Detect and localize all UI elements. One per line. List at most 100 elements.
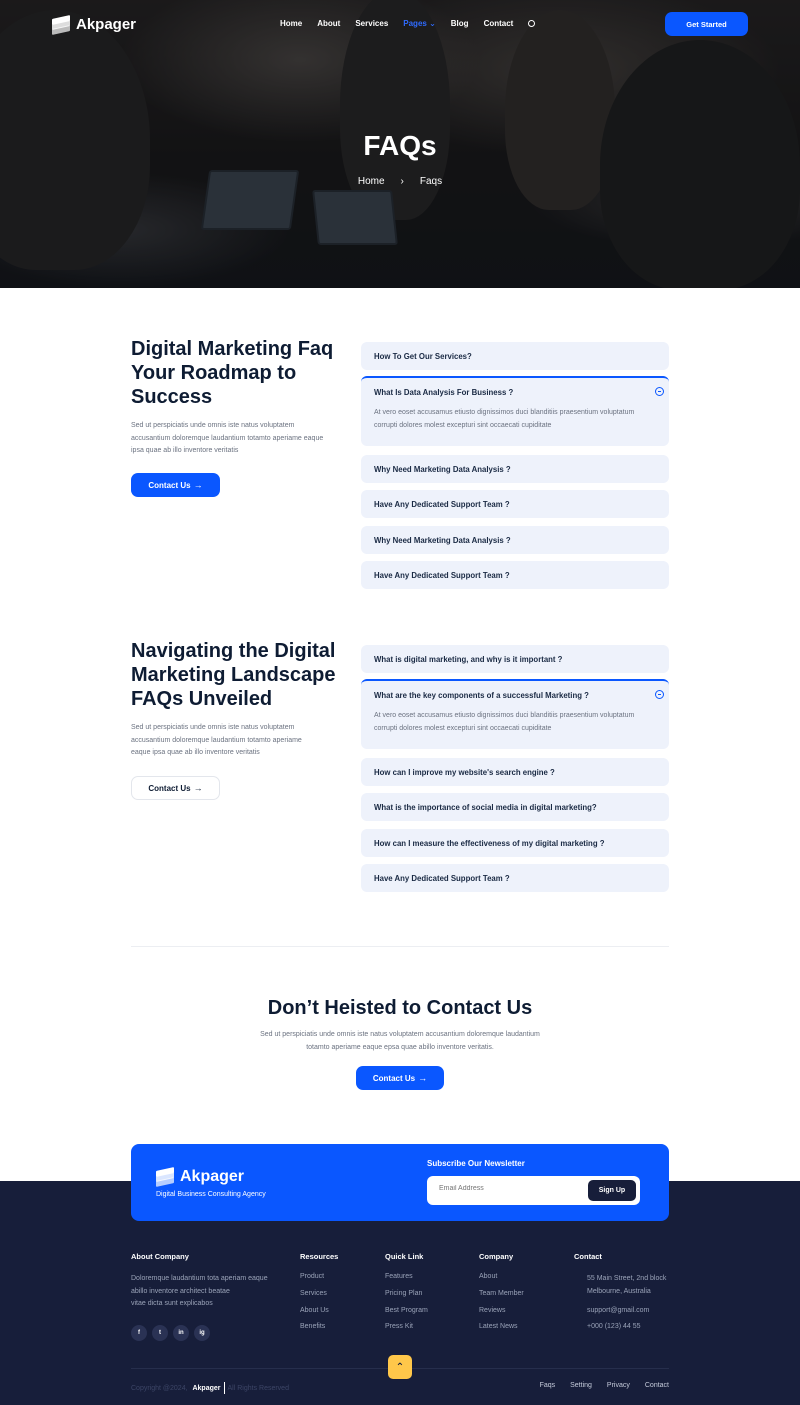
title-line: Your Roadmap to: [131, 362, 297, 384]
footer-bottom-links: Faqs Setting Privacy Contact: [540, 1382, 669, 1389]
footer-link[interactable]: About: [479, 1273, 524, 1280]
text-line: abillo inventore architect beatae: [131, 1287, 230, 1295]
contact-cta-description: Sed ut perspiciatis unde omnis iste natu…: [250, 1029, 550, 1054]
layers-logo-icon: [52, 14, 70, 35]
footer-bottom-link[interactable]: Contact: [645, 1382, 669, 1389]
footer-bottom-link[interactable]: Setting: [570, 1382, 592, 1389]
instagram-icon[interactable]: ig: [194, 1324, 210, 1341]
footer-resources: Resources Product Services About Us Bene…: [300, 1252, 338, 1340]
desc-line: eaque ipsa quae ab illo inventore verita…: [131, 749, 260, 756]
email-input[interactable]: [439, 1185, 579, 1192]
copyright-brand: Akpager: [192, 1384, 221, 1392]
faq-item[interactable]: Have Any Dedicated Support Team ?: [361, 490, 669, 518]
footer-link[interactable]: Benefits: [300, 1323, 338, 1330]
faq-item[interactable]: Have Any Dedicated Support Team ?: [361, 561, 669, 589]
desc-line: Sed ut perspiciatis unde omnis iste natu…: [131, 422, 295, 429]
facebook-icon[interactable]: f: [131, 1324, 147, 1341]
footer-bottom-link[interactable]: Privacy: [607, 1382, 630, 1389]
button-label: Contact Us: [148, 783, 191, 793]
nav-contact[interactable]: Contact: [484, 19, 514, 28]
breadcrumb-current: Faqs: [419, 176, 443, 187]
minus-circle-icon[interactable]: [655, 387, 664, 396]
footer-link[interactable]: Best Program: [385, 1307, 428, 1314]
faq-item[interactable]: How can I improve my website's search en…: [361, 758, 669, 786]
chevron-down-icon: ⌄: [429, 19, 436, 28]
breadcrumb: Home › Faqs: [0, 176, 800, 187]
copyright-prefix: Copyright @2024,: [131, 1384, 188, 1392]
nav-services[interactable]: Services: [355, 19, 388, 28]
text-line: vitae dicta sunt explicabos: [131, 1300, 213, 1307]
footer-about: About Company Doloremque laudantium tota…: [131, 1252, 276, 1341]
minus-circle-icon[interactable]: [655, 690, 664, 699]
copyright-separator: [223, 1382, 225, 1394]
nav-pages-label: Pages: [403, 19, 427, 28]
footer-link[interactable]: Services: [300, 1290, 338, 1297]
nav-about[interactable]: About: [317, 19, 340, 28]
nav-pages[interactable]: Pages ⌄: [403, 19, 436, 28]
nav-home[interactable]: Home: [280, 19, 302, 28]
sign-up-button[interactable]: Sign Up: [588, 1180, 636, 1201]
contact-cta-title: Don’t Heisted to Contact Us: [267, 997, 533, 1019]
answer-line: corrupti dolores molest excepturi sint o…: [374, 724, 552, 732]
title-line: Navigating the Digital: [131, 640, 336, 662]
footer-link[interactable]: Press Kit: [385, 1323, 428, 1330]
contact-us-button[interactable]: Contact Us →: [131, 776, 220, 800]
twitter-icon[interactable]: t: [152, 1324, 168, 1341]
desc-line: accusantium doloremque laudantium totamt…: [131, 434, 324, 442]
faq-item-open[interactable]: What Is Data Analysis For Business ? At …: [361, 376, 669, 446]
logo-text: Akpager: [180, 1168, 245, 1185]
footer-phone[interactable]: +000 (123) 44 55: [574, 1323, 666, 1330]
faq-item[interactable]: How can I measure the effectiveness of m…: [361, 829, 669, 857]
footer-link[interactable]: About Us: [300, 1307, 338, 1314]
footer-link[interactable]: Team Member: [479, 1290, 524, 1297]
site-logo[interactable]: Akpager: [52, 14, 136, 35]
footer-link[interactable]: Product: [300, 1273, 338, 1280]
footer-heading: Company: [479, 1252, 514, 1261]
address-line: Melbourne, Australia: [587, 1287, 651, 1295]
footer-heading: Quick Link: [385, 1252, 424, 1261]
search-icon[interactable]: [528, 20, 536, 27]
faq-item[interactable]: Have Any Dedicated Support Team ?: [361, 864, 669, 892]
linkedin-icon[interactable]: in: [173, 1324, 189, 1341]
faq-item[interactable]: Why Need Marketing Data Analysis ?: [361, 526, 669, 554]
faq-item[interactable]: Why Need Marketing Data Analysis ?: [361, 455, 669, 483]
footer-address: 55 Main Street, 2nd block Melbourne, Aus…: [574, 1273, 666, 1298]
contact-us-button[interactable]: Contact Us →: [131, 473, 220, 497]
footer-heading: Contact: [574, 1252, 602, 1261]
faq-item-open[interactable]: What are the key components of a success…: [361, 679, 669, 749]
footer-bottom-link[interactable]: Faqs: [540, 1382, 556, 1389]
faq-section-1-description: Sed ut perspiciatis unde omnis iste natu…: [131, 420, 336, 458]
faq-section-2-description: Sed ut perspiciatis unde omnis iste natu…: [131, 722, 336, 760]
desc-line: accusantium doloremque laudantium totamt…: [131, 736, 302, 744]
hero-banner: Akpager Home About Services Pages ⌄ Blog…: [0, 0, 800, 288]
faq-question: What are the key components of a success…: [374, 691, 589, 700]
nav-blog[interactable]: Blog: [451, 19, 469, 28]
footer-quick-links: Quick Link Features Pricing Plan Best Pr…: [385, 1252, 428, 1340]
desc-line: Sed ut perspiciatis unde omnis iste natu…: [131, 724, 295, 731]
arrow-right-icon: →: [193, 783, 203, 793]
desc-line: Sed ut perspiciatis unde omnis iste natu…: [260, 1031, 540, 1038]
scroll-to-top-button[interactable]: ⌃: [388, 1355, 412, 1379]
footer-link[interactable]: Features: [385, 1273, 428, 1280]
faq-item[interactable]: What is the importance of social media i…: [361, 793, 669, 821]
footer-email[interactable]: support@gmail.com: [574, 1307, 666, 1314]
footer-link[interactable]: Pricing Plan: [385, 1290, 428, 1297]
double-chevron-up-icon: ⌃: [395, 1361, 405, 1373]
newsletter-form: Sign Up: [427, 1176, 640, 1205]
title-line: Success: [131, 386, 213, 408]
get-started-button[interactable]: Get Started: [665, 12, 748, 36]
footer-logo[interactable]: Akpager: [156, 1167, 245, 1187]
footer-contact: Contact 55 Main Street, 2nd block Melbou…: [574, 1252, 666, 1330]
faq-item[interactable]: How To Get Our Services?: [361, 342, 669, 370]
footer-heading: Resources: [300, 1252, 339, 1261]
faq-item[interactable]: What is digital marketing, and why is it…: [361, 645, 669, 673]
button-label: Contact Us: [148, 480, 191, 490]
footer-link[interactable]: Latest News: [479, 1323, 524, 1330]
footer-link[interactable]: Reviews: [479, 1307, 524, 1314]
desc-line: ipsa quae ab illo inventore veritatis: [131, 447, 239, 454]
title-line: Marketing Landscape: [131, 664, 336, 686]
breadcrumb-home[interactable]: Home: [358, 176, 385, 187]
faq-question: What Is Data Analysis For Business ?: [374, 388, 514, 397]
contact-us-button[interactable]: Contact Us →: [356, 1066, 444, 1090]
desc-line: totamto aperiame eaque epsa quae abillo …: [306, 1043, 494, 1051]
